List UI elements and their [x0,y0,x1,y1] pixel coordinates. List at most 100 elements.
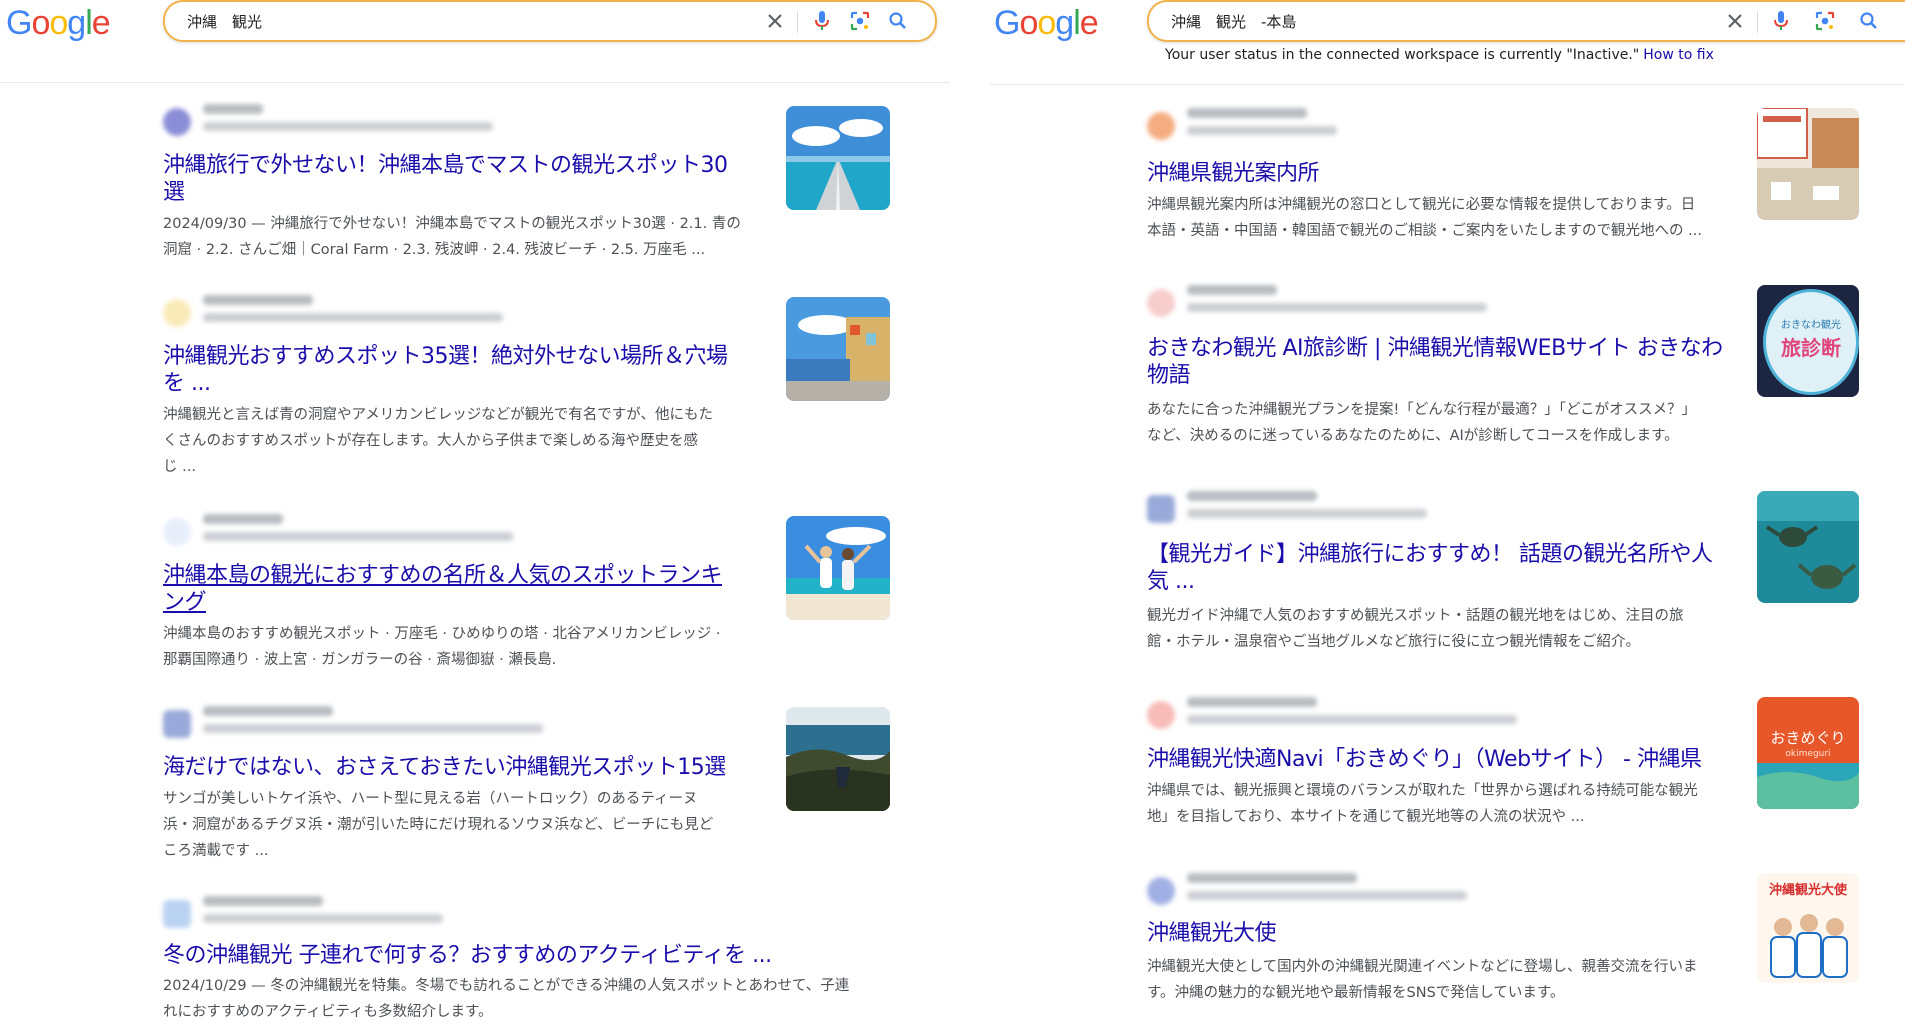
lens-icon[interactable] [848,9,872,33]
result-thumbnail[interactable]: おきめぐり okimeguri [1757,697,1859,809]
result-title-link[interactable]: 沖縄旅行で外せない！沖縄本島でマストの観光スポット30 選 [163,152,728,206]
lens-icon[interactable] [1813,9,1837,33]
site-name [203,104,263,114]
title-line: 沖縄旅行で外せない！沖縄本島でマストの観光スポット30 [163,153,728,178]
title-line: 海だけではない、おさえておきたい沖縄観光スポット15選 [163,755,726,780]
badge-title: 旅診断 [1781,336,1841,360]
snippet-line: 沖縄県観光案内所は沖縄観光の窓口として観光に必要な情報を提供しております。日 [1147,197,1696,213]
title-line: 【観光ガイド】沖縄旅行におすすめ！ 話題の観光名所や人 [1147,542,1713,567]
snippet-line: 沖縄本島のおすすめ観光スポット · 万座毛 · ひめゆりの塔 · 北谷アメリカン… [163,626,721,642]
result-thumbnail[interactable] [786,297,890,401]
site-name [203,295,313,305]
mic-icon[interactable] [1769,9,1793,33]
result-title-link[interactable]: 海だけではない、おさえておきたい沖縄観光スポット15選 [163,754,726,781]
site-url [1187,126,1337,135]
title-line: 気 ... [1147,569,1195,594]
result-snippet: 2024/09/30 — 沖縄旅行で外せない！沖縄本島でマストの観光スポット30… [163,211,783,263]
result-thumbnail[interactable] [1757,108,1859,220]
snippet-line: 本語・英語・中国語・韓国語で観光のご相談・ご案内をいたしますので観光地への ..… [1147,223,1702,239]
result-snippet: 2024/10/29 — 冬の沖縄観光を特集。冬場でも訪れることができる沖縄の人… [163,973,903,1025]
site-url [203,122,493,131]
result-thumbnail[interactable]: おきなわ観光 旅診断 [1757,285,1859,397]
search-box[interactable]: 沖縄 観光 [163,0,937,42]
close-icon[interactable] [1723,9,1747,33]
result-thumbnail[interactable] [786,707,890,811]
left-search-panel: Google 沖縄 観光 沖縄旅行で外せない！沖縄本島でマストの観光スポット30… [0,0,950,1035]
snippet-line: 浜・洞窟があるチグヌ浜・潮が引いた時にだけ現れるソウヌ浜など、ビーチにも見ど [163,817,714,833]
site-name [1187,491,1317,501]
site-favicon-icon [163,710,191,738]
result-title-link[interactable]: 沖縄観光大使 [1147,920,1277,947]
result-snippet: 沖縄本島のおすすめ観光スポット · 万座毛 · ひめゆりの塔 · 北谷アメリカン… [163,621,783,673]
google-logo[interactable]: Google [994,6,1099,40]
workspace-status-notice: Your user status in the connected worksp… [1165,47,1714,63]
title-line: 沖縄観光快適Navi「おきめぐり」（Webサイト） - 沖縄県 [1147,747,1702,772]
site-url [1187,303,1487,312]
site-name [1187,873,1357,883]
snippet-line: ころ満載です ... [163,843,269,859]
okimeguri-logo-text: おきめぐり [1770,729,1846,747]
search-header: Google 沖縄 観光 [0,0,950,83]
ai-diagnosis-badge: おきなわ観光 旅診断 [1763,289,1859,395]
result-snippet: 観光ガイド沖縄で人気のおすすめ観光スポット・話題の観光地をはじめ、注目の旅 館・… [1147,603,1737,655]
site-favicon-icon [1147,112,1175,140]
snippet-line: 沖縄観光と言えば青の洞窟やアメリカンビレッジなどが観光で有名ですが、他にもた [163,407,713,423]
result-thumbnail[interactable] [786,516,890,620]
site-favicon-icon [163,900,191,928]
site-url [203,532,513,541]
mic-icon[interactable] [810,9,834,33]
search-input[interactable]: 沖縄 観光 -本島 [1171,11,1296,32]
site-favicon-icon [163,299,191,327]
right-search-panel: Google 沖縄 観光 -本島 Your user status in the… [990,0,1905,1035]
result-snippet: あなたに合った沖縄観光プランを提案!「どんな行程が最適？」「どこがオススメ？」 … [1147,397,1737,449]
snippet-line: 地」を目指しており、本サイトを通じて観光地等の人流の状況や ... [1147,809,1585,825]
result-thumbnail[interactable]: 沖縄観光大使 [1757,873,1859,983]
search-divider [1757,11,1758,33]
result-snippet: サンゴが美しいトケイ浜や、ハート型に見える岩（ハートロック）のあるティーヌ 浜・… [163,786,783,864]
snippet-line: 館・ホテル・温泉宿やご当地グルメなど旅行に役に立つ観光情報をご紹介。 [1147,634,1640,650]
site-favicon-icon [1147,289,1175,317]
snippet-line: 沖縄県では、観光振興と環境のバランスが取れた「世界から選ばれる持続可能な観光 [1147,783,1698,799]
snippet-line: 沖縄観光大使として国内外の沖縄観光関連イベントなどに登場し、親善交流を行いま [1147,959,1698,975]
site-name [203,706,333,716]
title-line: 選 [163,180,185,205]
site-url [203,313,503,322]
result-snippet: 沖縄観光と言えば青の洞窟やアメリカンビレッジなどが観光で有名ですが、他にもた く… [163,402,783,480]
snippet-line: 2024/10/29 — 冬の沖縄観光を特集。冬場でも訪れることができる沖縄の人… [163,978,850,994]
site-name [203,514,283,524]
site-name [1187,285,1277,295]
title-line: 冬の沖縄観光 子連れで何する？おすすめのアクティビティを ... [163,943,772,968]
snippet-line: 那覇国際通り · 波上宮 · ガンガラーの谷 · 斎場御嶽 · 瀬長島. [163,652,557,668]
result-title-link[interactable]: 冬の沖縄観光 子連れで何する？おすすめのアクティビティを ... [163,942,772,969]
search-box[interactable]: 沖縄 観光 -本島 [1147,0,1905,42]
snippet-line: じ ... [163,459,196,475]
close-icon[interactable] [763,9,787,33]
search-input[interactable]: 沖縄 観光 [187,11,262,32]
site-favicon-icon [163,108,191,136]
result-title-link[interactable]: 沖縄観光快適Navi「おきめぐり」（Webサイト） - 沖縄県 [1147,746,1702,773]
title-line: ング [163,590,207,615]
title-line: 沖縄観光大使 [1147,921,1277,946]
result-thumbnail[interactable] [786,106,890,210]
google-logo[interactable]: Google [6,6,111,40]
result-title-link[interactable]: 沖縄観光おすすめスポット35選！絶対外せない場所＆穴場 を ... [163,343,728,397]
snippet-line: 2024/09/30 — 沖縄旅行で外せない！沖縄本島でマストの観光スポット30… [163,216,741,232]
snippet-line: あなたに合った沖縄観光プランを提案!「どんな行程が最適？」「どこがオススメ？」 [1147,402,1697,418]
badge-line: おきなわ観光 [1781,320,1841,331]
result-title-link[interactable]: おきなわ観光 AI旅診断 | 沖縄観光情報WEBサイト おきなわ 物語 [1147,335,1723,389]
ambassador-logo-text: 沖縄観光大使 [1768,883,1847,898]
title-line: 沖縄本島の観光におすすめの名所＆人気のスポットランキ [163,563,723,588]
site-url [1187,509,1427,518]
title-line: 沖縄観光おすすめスポット35選！絶対外せない場所＆穴場 [163,344,728,369]
result-title-link[interactable]: 沖縄県観光案内所 [1147,160,1320,187]
result-snippet: 沖縄県観光案内所は沖縄観光の窓口として観光に必要な情報を提供しております。日 本… [1147,192,1737,244]
site-favicon-icon [163,518,191,546]
search-icon[interactable] [1857,9,1881,33]
result-title-link[interactable]: 沖縄本島の観光におすすめの名所＆人気のスポットランキ ング [163,562,723,616]
result-title-link[interactable]: 【観光ガイド】沖縄旅行におすすめ！ 話題の観光名所や人 気 ... [1147,541,1713,595]
how-to-fix-link[interactable]: How to fix [1643,47,1714,63]
result-thumbnail[interactable] [1757,491,1859,603]
search-icon[interactable] [886,9,910,33]
title-line: を ... [163,371,211,396]
snippet-line: サンゴが美しいトケイ浜や、ハート型に見える岩（ハートロック）のあるティーヌ [163,791,698,807]
